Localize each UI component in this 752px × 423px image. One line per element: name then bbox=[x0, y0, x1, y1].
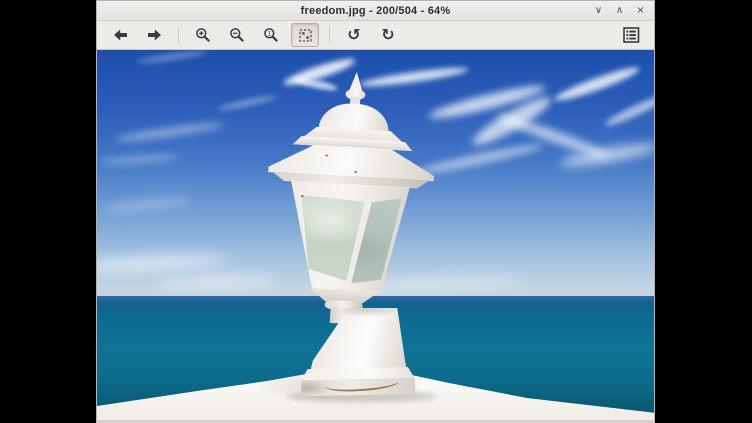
minimize-button[interactable]: ∨ bbox=[592, 4, 605, 17]
zoom-out-icon bbox=[229, 27, 245, 43]
lantern-glass-pane-front bbox=[283, 180, 413, 295]
image-gallery-button[interactable] bbox=[617, 23, 645, 47]
rotate-counterclockwise-button[interactable]: ↺ bbox=[340, 23, 368, 47]
arrow-right-icon bbox=[147, 29, 162, 41]
toolbar: 1 ↺ ↻ bbox=[97, 21, 654, 50]
close-button[interactable]: × bbox=[634, 4, 647, 17]
zoom-in-icon bbox=[195, 27, 211, 43]
zoom-out-button[interactable] bbox=[223, 23, 251, 47]
window-controls: ∨ ∧ × bbox=[592, 1, 647, 20]
list-view-icon bbox=[623, 27, 640, 43]
zoom-normal-icon: 1 bbox=[263, 27, 279, 43]
maximize-button[interactable]: ∧ bbox=[613, 4, 626, 17]
rust-speck bbox=[325, 154, 328, 156]
next-image-button[interactable] bbox=[140, 23, 168, 47]
toolbar-separator bbox=[178, 27, 179, 44]
previous-image-button[interactable] bbox=[106, 23, 134, 47]
toolbar-separator bbox=[329, 27, 330, 44]
rotate-counterclockwise-icon: ↺ bbox=[347, 27, 360, 43]
titlebar: freedom.jpg - 200/504 - 64% ∨ ∧ × bbox=[97, 1, 654, 21]
best-fit-button[interactable] bbox=[291, 23, 319, 47]
rotate-clockwise-icon: ↻ bbox=[381, 27, 394, 43]
window-title: freedom.jpg - 200/504 - 64% bbox=[301, 5, 451, 17]
rust-speck bbox=[301, 195, 304, 197]
zoom-in-button[interactable] bbox=[189, 23, 217, 47]
image-viewer-window: freedom.jpg - 200/504 - 64% ∨ ∧ × bbox=[96, 0, 655, 423]
svg-text:1: 1 bbox=[267, 31, 271, 38]
zoom-normal-button[interactable]: 1 bbox=[257, 23, 285, 47]
arrow-left-icon bbox=[113, 29, 128, 41]
lantern bbox=[260, 63, 440, 320]
rotate-clockwise-button[interactable]: ↻ bbox=[374, 23, 402, 47]
rust-speck bbox=[354, 171, 357, 173]
image-canvas[interactable] bbox=[97, 50, 654, 420]
lantern-body bbox=[283, 180, 413, 295]
fit-frame-icon bbox=[299, 29, 312, 42]
